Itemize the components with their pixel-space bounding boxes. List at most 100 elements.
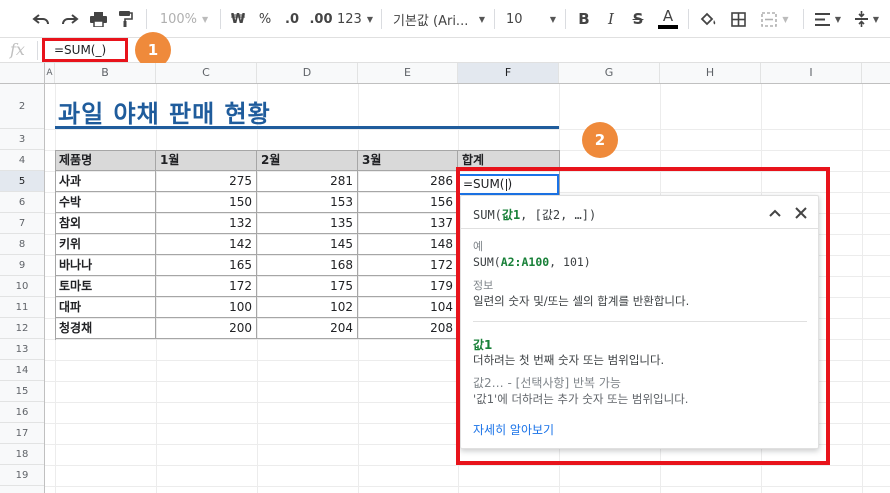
fill-color-button[interactable] xyxy=(697,8,719,30)
table-cell-name[interactable]: 사과 xyxy=(55,171,156,192)
column-header-i[interactable]: I xyxy=(761,63,862,83)
currency-format-button[interactable]: ₩ xyxy=(228,8,248,30)
header-cell-month2[interactable]: 2월 xyxy=(257,150,358,171)
table-cell-value[interactable]: 153 xyxy=(257,192,358,213)
chevron-down-icon: ▼ xyxy=(834,14,842,24)
table-cell-value[interactable]: 145 xyxy=(257,234,358,255)
table-cell-value[interactable]: 132 xyxy=(156,213,257,234)
row-header-3[interactable]: 3 xyxy=(0,129,44,150)
table-cell-value[interactable]: 168 xyxy=(257,255,358,276)
table-cell-value[interactable]: 286 xyxy=(358,171,458,192)
paint-format-button[interactable] xyxy=(115,8,137,30)
table-cell-value[interactable]: 150 xyxy=(156,192,257,213)
font-size-select[interactable]: 10 ▼ xyxy=(506,8,556,30)
row-header-6[interactable]: 6 xyxy=(0,192,44,213)
table-cell-name[interactable]: 바나나 xyxy=(55,255,156,276)
header-cell-product[interactable]: 제품명 xyxy=(55,150,156,171)
row-header-9[interactable]: 9 xyxy=(0,255,44,276)
table-cell-value[interactable]: 102 xyxy=(257,297,358,318)
merge-cells-button[interactable]: ▼ xyxy=(755,8,795,30)
paint-format-icon xyxy=(119,11,133,27)
strikethrough-icon: S xyxy=(632,10,644,28)
strikethrough-button[interactable]: S xyxy=(628,8,648,30)
increase-decimal-button[interactable]: .00 xyxy=(309,8,333,30)
zoom-select[interactable]: 100% ▼ xyxy=(155,8,213,30)
grid-line xyxy=(45,465,890,466)
redo-button[interactable] xyxy=(59,8,81,30)
table-cell-value[interactable]: 135 xyxy=(257,213,358,234)
table-cell-value[interactable]: 200 xyxy=(156,318,257,339)
table-cell-value[interactable]: 165 xyxy=(156,255,257,276)
row-header-4[interactable]: 4 xyxy=(0,150,44,171)
column-header-g[interactable]: G xyxy=(559,63,660,83)
row-header-18[interactable]: 18 xyxy=(0,444,44,465)
table-cell-value[interactable]: 142 xyxy=(156,234,257,255)
row-header-11[interactable]: 11 xyxy=(0,297,44,318)
table-cell-value[interactable]: 104 xyxy=(358,297,458,318)
header-cell-month3[interactable]: 3월 xyxy=(358,150,458,171)
row-header-17[interactable]: 17 xyxy=(0,423,44,444)
table-cell-name[interactable]: 대파 xyxy=(55,297,156,318)
table-cell-value[interactable]: 175 xyxy=(257,276,358,297)
table-cell-value[interactable]: 281 xyxy=(257,171,358,192)
table-cell-value[interactable]: 204 xyxy=(257,318,358,339)
table-cell-value[interactable]: 148 xyxy=(358,234,458,255)
row-header-5[interactable]: 5 xyxy=(0,171,44,192)
table-cell-name[interactable]: 토마토 xyxy=(55,276,156,297)
table-cell-value[interactable]: 179 xyxy=(358,276,458,297)
toolbar-divider xyxy=(688,9,689,29)
decrease-decimal-button[interactable]: .0 xyxy=(282,8,302,30)
vertical-align-button[interactable]: ▼ xyxy=(851,8,883,30)
sheet-title[interactable]: 과일 야채 판매 현황 xyxy=(58,94,271,129)
text-color-button[interactable]: A xyxy=(656,8,680,30)
select-all-corner[interactable] xyxy=(0,63,45,83)
table-cell-value[interactable]: 100 xyxy=(156,297,257,318)
table-cell-name[interactable]: 수박 xyxy=(55,192,156,213)
more-formats-button[interactable]: 123 ▼ xyxy=(337,8,373,30)
toolbar: 100% ▼ ₩ % .0 .00 123 ▼ 기본값 (Ari... ▼ 10 ▼ B… xyxy=(0,0,890,38)
zoom-value: 100% xyxy=(159,11,197,27)
font-family-select[interactable]: 기본값 (Ari... ▼ xyxy=(393,8,485,30)
column-header-d[interactable]: D xyxy=(257,63,358,83)
horizontal-align-button[interactable]: ▼ xyxy=(811,8,845,30)
bold-button[interactable]: B xyxy=(574,8,594,30)
align-left-icon xyxy=(814,12,830,26)
table-cell-value[interactable]: 208 xyxy=(358,318,458,339)
table-cell-name[interactable]: 참외 xyxy=(55,213,156,234)
row-header-8[interactable]: 8 xyxy=(0,234,44,255)
table-cell-value[interactable]: 275 xyxy=(156,171,257,192)
row-header-19[interactable]: 19 xyxy=(0,465,44,486)
column-header-h[interactable]: H xyxy=(660,63,761,83)
header-cell-month1[interactable]: 1월 xyxy=(156,150,257,171)
table-cell-value[interactable]: 172 xyxy=(156,276,257,297)
toolbar-divider xyxy=(220,9,221,29)
column-header-f[interactable]: F xyxy=(458,63,559,83)
column-header-a[interactable]: A xyxy=(45,63,55,83)
table-cell-name[interactable]: 키위 xyxy=(55,234,156,255)
table-cell-value[interactable]: 156 xyxy=(358,192,458,213)
percent-format-button[interactable]: % xyxy=(255,8,275,30)
formula-highlight-box xyxy=(42,38,128,62)
table-cell-value[interactable]: 137 xyxy=(358,213,458,234)
undo-button[interactable] xyxy=(30,8,52,30)
row-header-16[interactable]: 16 xyxy=(0,402,44,423)
borders-icon xyxy=(730,11,746,27)
column-header-e[interactable]: E xyxy=(358,63,458,83)
italic-button[interactable]: I xyxy=(601,8,621,30)
row-header-13[interactable]: 13 xyxy=(0,339,44,360)
toolbar-divider xyxy=(803,9,804,29)
table-cell-name[interactable]: 청경채 xyxy=(55,318,156,339)
column-header-b[interactable]: B xyxy=(55,63,156,83)
borders-button[interactable] xyxy=(727,8,749,30)
redo-icon xyxy=(62,14,79,25)
font-size-value: 10 xyxy=(506,11,523,27)
row-header-14[interactable]: 14 xyxy=(0,360,44,381)
column-header-c[interactable]: C xyxy=(156,63,257,83)
table-cell-value[interactable]: 172 xyxy=(358,255,458,276)
row-header-12[interactable]: 12 xyxy=(0,318,44,339)
row-header-7[interactable]: 7 xyxy=(0,213,44,234)
row-header-15[interactable]: 15 xyxy=(0,381,44,402)
print-button[interactable] xyxy=(87,8,109,30)
row-header-10[interactable]: 10 xyxy=(0,276,44,297)
row-header-2[interactable]: 2 xyxy=(0,84,44,129)
